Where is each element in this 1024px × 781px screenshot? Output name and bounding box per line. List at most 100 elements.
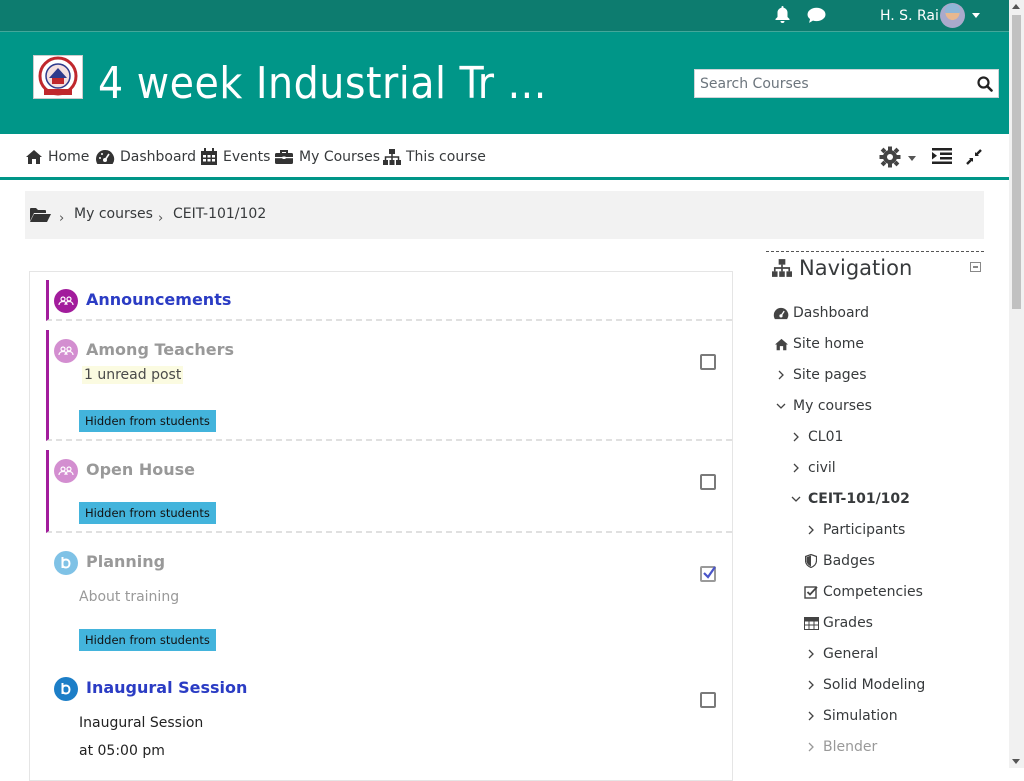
search-courses-input[interactable] — [695, 70, 971, 97]
completion-checkbox[interactable] — [700, 474, 716, 490]
activity-open-house: Open House Hidden from students — [46, 450, 732, 533]
nav-home[interactable]: Home — [25, 145, 89, 169]
nav-tree-label: Solid Modeling — [823, 677, 925, 693]
nav-tree-cl01[interactable]: CL01 — [788, 429, 843, 445]
user-menu-caret-icon[interactable] — [972, 13, 980, 18]
activity-description: About training — [79, 589, 179, 605]
compress-icon[interactable] — [965, 148, 983, 170]
scrollbar-thumb[interactable] — [1012, 15, 1021, 309]
dashboard-icon — [95, 149, 115, 165]
nav-tree-dashboard[interactable]: Dashboard — [773, 305, 869, 321]
search-icon[interactable] — [977, 76, 995, 94]
top-bar: H. S. Rai — [0, 0, 1009, 32]
collapse-block-icon[interactable] — [970, 262, 981, 272]
chat-icon[interactable] — [807, 7, 826, 28]
bigbluebutton-icon — [54, 551, 78, 575]
main-navbar: Home Dashboard Events My Courses This co… — [0, 134, 1009, 180]
nav-tree-label: Site home — [793, 336, 864, 352]
nav-tree-blender[interactable]: Blender — [803, 739, 877, 755]
activity-title[interactable]: Announcements — [86, 290, 231, 309]
scroll-down-arrow-icon[interactable] — [1012, 759, 1020, 764]
forum-icon — [54, 339, 78, 363]
course-section: Announcements Among Teachers 1 unread po… — [29, 271, 733, 781]
activity-time: at 05:00 pm — [79, 743, 165, 759]
nav-tree-label: Participants — [823, 522, 905, 538]
completion-checkbox-checked[interactable] — [700, 566, 716, 582]
user-avatar[interactable] — [940, 3, 965, 28]
activity-title[interactable]: Inaugural Session — [86, 678, 247, 697]
check-icon — [702, 566, 716, 580]
nav-tree-simulation[interactable]: Simulation — [803, 708, 898, 724]
nav-tree-site-home[interactable]: Site home — [773, 336, 864, 352]
nav-tree-grades[interactable]: Grades — [803, 615, 873, 631]
breadcrumb-my-courses[interactable]: My courses — [74, 206, 153, 222]
dashboard-icon — [773, 307, 789, 320]
nav-tree-participants[interactable]: Participants — [803, 522, 905, 538]
nav-events-label: Events — [223, 149, 270, 165]
gear-icon[interactable] — [879, 146, 901, 172]
nav-tree-site-pages[interactable]: Site pages — [773, 367, 867, 383]
table-icon — [803, 617, 819, 630]
activity-description: Inaugural Session — [79, 715, 203, 731]
nav-tree-label: CL01 — [808, 429, 843, 445]
chevron-right-icon — [803, 680, 819, 690]
nav-tree-civil[interactable]: civil — [788, 460, 836, 476]
activity-among-teachers: Among Teachers 1 unread post Hidden from… — [46, 330, 732, 441]
nav-tree-competencies[interactable]: Competencies — [803, 584, 923, 600]
sidebar-toggle-icon[interactable] — [932, 148, 952, 168]
nav-tree-general[interactable]: General — [803, 646, 878, 662]
breadcrumb-separator-icon: › — [158, 211, 163, 226]
nav-tree-label: CEIT-101/102 — [808, 491, 910, 507]
nav-events[interactable]: Events — [200, 145, 270, 169]
nav-tree-current-course[interactable]: CEIT-101/102 — [788, 491, 910, 507]
chevron-down-icon — [773, 402, 789, 410]
page-header: 4 week Industrial Tr ... — [0, 32, 1009, 134]
nav-tree-label: Competencies — [823, 584, 923, 600]
home-icon — [25, 149, 43, 165]
nav-tree-label: General — [823, 646, 878, 662]
bigbluebutton-icon — [54, 677, 78, 701]
nav-tree-label: Simulation — [823, 708, 898, 724]
nav-my-courses[interactable]: My Courses — [274, 145, 380, 169]
forum-icon — [54, 289, 78, 313]
activity-announcements: Announcements — [46, 280, 732, 321]
nav-tree-label: Dashboard — [793, 305, 869, 321]
nav-tree-label: Badges — [823, 553, 875, 569]
sitemap-icon — [772, 259, 792, 277]
nav-dashboard[interactable]: Dashboard — [95, 145, 196, 169]
activity-title[interactable]: Open House — [86, 460, 195, 479]
nav-tree-badges[interactable]: Badges — [803, 553, 875, 569]
gear-caret-icon[interactable] — [908, 156, 916, 161]
nav-tree-label: Site pages — [793, 367, 867, 383]
chevron-right-icon — [788, 432, 804, 442]
activity-title[interactable]: Planning — [86, 552, 165, 571]
breadcrumb-course[interactable]: CEIT-101/102 — [173, 206, 266, 222]
nav-dashboard-label: Dashboard — [120, 149, 196, 165]
scroll-up-arrow-icon[interactable] — [1012, 4, 1020, 9]
home-icon — [773, 338, 789, 351]
course-title: 4 week Industrial Tr ... — [98, 56, 547, 112]
folder-open-icon[interactable] — [30, 207, 51, 227]
nav-this-course[interactable]: This course — [383, 145, 486, 169]
nav-my-courses-label: My Courses — [299, 149, 380, 165]
bell-icon[interactable] — [774, 6, 791, 28]
chevron-down-icon — [788, 495, 804, 503]
hidden-badge: Hidden from students — [79, 410, 216, 432]
activity-title[interactable]: Among Teachers — [86, 340, 234, 359]
calendar-icon — [200, 148, 218, 166]
nav-tree-my-courses[interactable]: My courses — [773, 398, 872, 414]
chevron-right-icon — [773, 370, 789, 380]
user-name[interactable]: H. S. Rai — [880, 8, 939, 24]
completion-checkbox[interactable] — [700, 692, 716, 708]
unread-posts-link[interactable]: 1 unread post — [82, 366, 183, 384]
nav-tree-label: My courses — [793, 398, 872, 414]
completion-checkbox[interactable] — [700, 354, 716, 370]
block-divider — [766, 251, 984, 252]
activity-inaugural-session: Inaugural Session Inaugural Session at 0… — [46, 668, 732, 778]
briefcase-icon — [274, 149, 294, 165]
chevron-right-icon — [803, 742, 819, 752]
nav-home-label: Home — [48, 149, 89, 165]
hidden-badge: Hidden from students — [79, 502, 216, 524]
nav-tree-solid-modeling[interactable]: Solid Modeling — [803, 677, 925, 693]
nav-tree-label: Grades — [823, 615, 873, 631]
